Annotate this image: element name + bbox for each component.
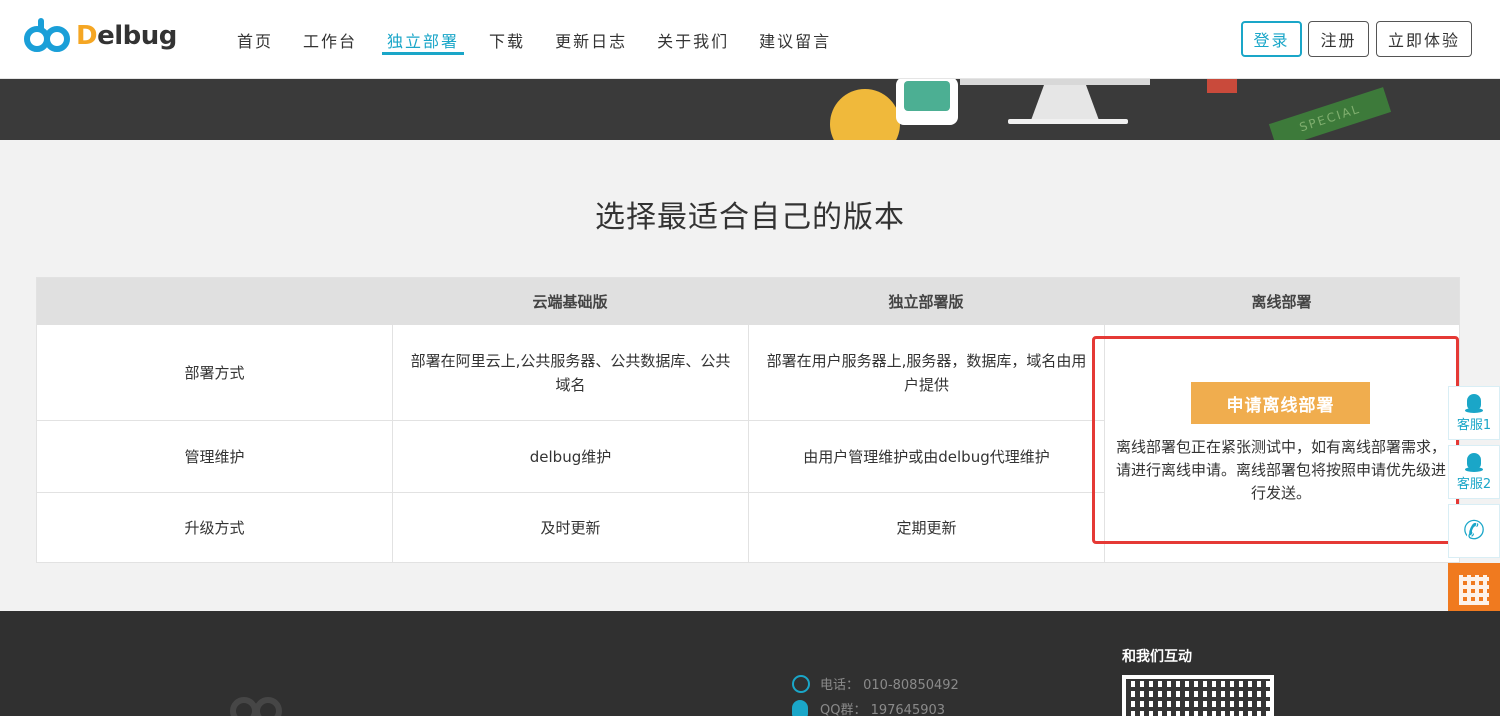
- cell-cloud-maintenance: delbug维护: [529, 447, 612, 466]
- logo-mark-icon: [24, 18, 72, 54]
- register-button[interactable]: 注册: [1308, 21, 1369, 57]
- column-offline: 离线部署: [1251, 293, 1312, 311]
- offline-deploy-note: 离线部署包正在紧张测试中，如有离线部署需求，请进行离线申请。离线部署包将按照申请…: [1115, 438, 1446, 502]
- cell-standalone-maintenance: 由用户管理维护或由delbug代理维护: [803, 447, 1050, 466]
- section-title: 选择最适合自己的版本: [595, 200, 905, 235]
- customer-service-1[interactable]: 客服1: [1448, 386, 1500, 440]
- nav-download[interactable]: 下载: [474, 0, 540, 79]
- qq-icon: [1465, 452, 1483, 473]
- nav-standalone-deploy[interactable]: 独立部署: [372, 0, 474, 79]
- table-header: 云端基础版 独立部署版 离线部署: [37, 278, 1459, 325]
- table-header-empty: [37, 278, 392, 325]
- hero-banner: SPECIAL: [0, 79, 1500, 140]
- nav-home[interactable]: 首页: [222, 0, 288, 79]
- page-footer: 电话： 010-80850492 QQ群： 197645903 和我们互动: [0, 611, 1500, 716]
- footer-qr-code: [1122, 675, 1274, 716]
- banner-decoration: [1207, 79, 1237, 93]
- row-label-maintenance: 管理维护: [184, 447, 245, 466]
- special-ribbon: SPECIAL: [1268, 87, 1392, 140]
- phone-icon: ✆: [1463, 516, 1485, 546]
- cell-cloud-deploy-method: 部署在阿里云上,公共服务器、公共数据库、公共域名: [410, 351, 731, 394]
- customer-service-2-label: 客服2: [1456, 476, 1492, 492]
- delbug-logo[interactable]: Delbug: [24, 16, 177, 56]
- logo-text-rest: elbug: [97, 21, 177, 51]
- login-button[interactable]: 登录: [1241, 21, 1302, 57]
- phone-illustration: [896, 79, 958, 125]
- logo-text-d: D: [76, 21, 98, 51]
- footer-phone-text: 电话： 010-80850492: [820, 678, 959, 693]
- qq-icon: [792, 699, 808, 716]
- qr-code-toggle[interactable]: [1448, 563, 1500, 617]
- row-label-upgrade: 升级方式: [184, 519, 245, 537]
- column-standalone: 独立部署版: [888, 293, 964, 311]
- monitor-stand: [1030, 85, 1100, 123]
- row-label-deploy-method: 部署方式: [184, 363, 245, 382]
- phone-contact[interactable]: ✆: [1448, 504, 1500, 558]
- lightbulb-icon: [830, 89, 900, 140]
- main-nav: 首页 工作台 独立部署 下载 更新日志 关于我们 建议留言: [222, 0, 846, 79]
- qq-icon: [1465, 393, 1483, 414]
- column-cloud-basic: 云端基础版: [532, 293, 608, 311]
- try-now-button[interactable]: 立即体验: [1376, 21, 1472, 57]
- footer-qq-text: QQ群： 197645903: [820, 703, 946, 716]
- cell-standalone-deploy-method: 部署在用户服务器上,服务器，数据库，域名由用户提供: [766, 351, 1087, 394]
- nav-active-indicator: [382, 52, 464, 55]
- monitor-base: [1008, 119, 1128, 124]
- nav-feedback[interactable]: 建议留言: [744, 0, 846, 79]
- monitor-illustration: [960, 79, 1150, 85]
- cell-cloud-upgrade: 及时更新: [540, 519, 601, 537]
- cell-standalone-upgrade: 定期更新: [896, 519, 957, 537]
- footer-phone: 电话： 010-80850492: [792, 674, 959, 693]
- qr-code-icon: [1459, 575, 1489, 605]
- footer-qq-group: QQ群： 197645903: [792, 699, 945, 716]
- nav-about-us[interactable]: 关于我们: [642, 0, 744, 79]
- footer-logo-icon: [230, 693, 330, 716]
- nav-changelog[interactable]: 更新日志: [540, 0, 642, 79]
- customer-service-2[interactable]: 客服2: [1448, 445, 1500, 499]
- top-header: Delbug 首页 工作台 独立部署 下载 更新日志 关于我们 建议留言 登录 …: [0, 0, 1500, 79]
- phone-icon: [792, 674, 810, 693]
- customer-service-1-label: 客服1: [1456, 417, 1492, 433]
- footer-interact-title: 和我们互动: [1122, 649, 1192, 665]
- apply-offline-deploy-button[interactable]: 申请离线部署: [1191, 382, 1370, 424]
- nav-workbench[interactable]: 工作台: [288, 0, 372, 79]
